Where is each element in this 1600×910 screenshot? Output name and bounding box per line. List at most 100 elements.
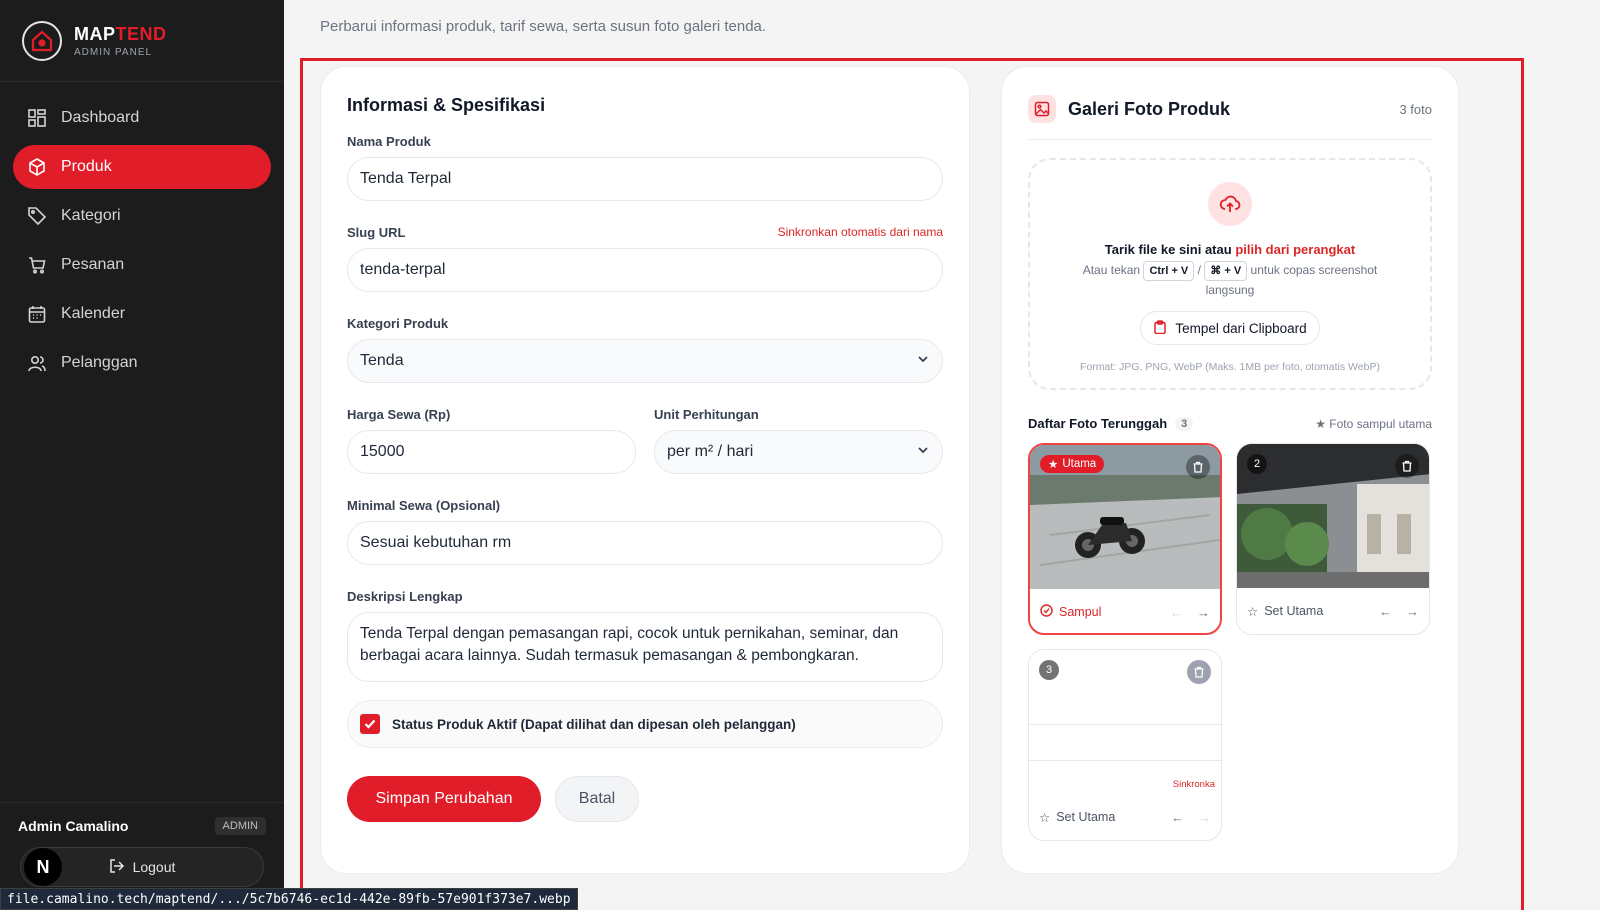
category-label: Kategori Produk	[347, 316, 449, 331]
status-label: Status Produk Aktif (Dapat dilihat dan d…	[392, 716, 796, 732]
slug-input[interactable]: tenda-terpal	[347, 248, 943, 292]
users-icon	[27, 353, 47, 373]
sidebar-item-label: Pelanggan	[61, 354, 138, 371]
category-value: Tenda	[360, 352, 404, 369]
tag-icon	[27, 206, 47, 226]
slug-sync-link[interactable]: Sinkronkan otomatis dari nama	[778, 225, 943, 240]
kbd-ctrl-v: Ctrl + V	[1143, 261, 1195, 281]
trash-icon	[1193, 461, 1203, 473]
photo-card[interactable]: 3 Sinkronka ☆ Set Utama ← →	[1028, 649, 1222, 841]
description-textarea[interactable]: Tenda Terpal dengan pemasangan rapi, coc…	[347, 612, 943, 682]
move-right-arrow-icon[interactable]: →	[1198, 810, 1211, 825]
sidebar: MAPTEND ADMIN PANEL Dashboard Produk Kat…	[0, 0, 284, 910]
sidebar-item-label: Dashboard	[61, 109, 140, 126]
paste-clipboard-label: Tempel dari Clipboard	[1175, 320, 1307, 336]
format-hint: Format: JPG, PNG, WebP (Maks. 1MB per fo…	[1080, 361, 1380, 373]
category-select[interactable]: Tenda	[347, 339, 943, 383]
cancel-button[interactable]: Batal	[555, 776, 639, 822]
upload-dropzone[interactable]: Tarik file ke sini atau pilih dari peran…	[1028, 158, 1432, 390]
trash-icon	[1402, 460, 1412, 472]
sidebar-item-dashboard[interactable]: Dashboard	[13, 96, 271, 140]
brand[interactable]: MAPTEND ADMIN PANEL	[0, 0, 284, 82]
sidebar-nav: Dashboard Produk Kategori Pesanan Kalend…	[0, 82, 284, 404]
slug-value: tenda-terpal	[360, 261, 446, 278]
photo-order-badge: 3	[1039, 660, 1059, 680]
description-label: Deskripsi Lengkap	[347, 589, 463, 604]
avatar[interactable]: N	[24, 848, 62, 886]
set-main-label: Set Utama	[1264, 604, 1324, 618]
sidebar-item-kalender[interactable]: Kalender	[13, 292, 271, 336]
photo-thumbnail[interactable]: ★ Utama	[1030, 445, 1220, 589]
move-right-arrow-icon[interactable]: →	[1197, 605, 1210, 620]
sync-tag: Sinkronka	[1172, 779, 1215, 790]
browser-status-url: file.camalino.tech/maptend/.../5c7b6746-…	[0, 888, 578, 910]
sidebar-item-produk[interactable]: Produk	[13, 145, 271, 189]
photo-card[interactable]: 2 ☆ Set Utama ← →	[1236, 443, 1430, 635]
status-checkbox[interactable]	[360, 714, 380, 734]
product-name-value: Tenda Terpal	[360, 170, 452, 187]
kbd-separator: /	[1197, 263, 1201, 277]
uploaded-list-title: Daftar Foto Terunggah	[1028, 416, 1168, 431]
box-icon	[27, 157, 47, 177]
move-right-arrow-icon[interactable]: →	[1406, 604, 1419, 619]
clipboard-icon	[1153, 319, 1167, 337]
main-content: Perbarui informasi produk, tarif sewa, s…	[284, 0, 1600, 910]
move-left-arrow-icon[interactable]: ←	[1170, 605, 1183, 620]
photo-count: 3 foto	[1399, 101, 1432, 117]
delete-photo-button[interactable]	[1187, 660, 1211, 684]
dashboard-icon	[27, 108, 47, 128]
kbd-cmd-v: ⌘ + V	[1204, 261, 1248, 281]
move-left-arrow-icon[interactable]: ←	[1171, 810, 1184, 825]
price-value: 15000	[360, 443, 405, 460]
sidebar-item-kategori[interactable]: Kategori	[13, 194, 271, 238]
delete-photo-button[interactable]	[1395, 454, 1419, 478]
page-subtitle: Perbarui informasi produk, tarif sewa, s…	[320, 18, 767, 35]
logout-icon	[109, 858, 125, 877]
set-main-label: Set Utama	[1056, 810, 1116, 824]
save-button[interactable]: Simpan Perubahan	[347, 776, 541, 822]
gallery-card: Galeri Foto Produk 3 foto Tarik file ke …	[1001, 66, 1459, 874]
cover-hint: ★ Foto sampul utama	[1315, 416, 1432, 431]
choose-file-link[interactable]: pilih dari perangkat	[1235, 242, 1355, 257]
brand-subtitle: ADMIN PANEL	[74, 46, 153, 58]
photo-card[interactable]: ★ Utama Sampul ← →	[1028, 443, 1222, 635]
user-name: Admin Camalino	[18, 818, 129, 834]
set-main-button[interactable]: ☆ Set Utama	[1247, 604, 1323, 619]
drop-text: Tarik file ke sini atau pilih dari peran…	[1105, 242, 1355, 257]
paste-clipboard-button[interactable]: Tempel dari Clipboard	[1140, 311, 1320, 345]
check-icon	[364, 719, 376, 729]
uploaded-count-badge: 3	[1175, 416, 1194, 431]
price-input[interactable]: 15000	[347, 430, 636, 474]
sidebar-item-label: Kalender	[61, 305, 126, 322]
product-name-input[interactable]: Tenda Terpal	[347, 157, 943, 201]
price-label: Harga Sewa (Rp)	[347, 407, 451, 422]
min-rent-label: Minimal Sewa (Opsional)	[347, 498, 501, 513]
status-toggle-row[interactable]: Status Produk Aktif (Dapat dilihat dan d…	[347, 700, 943, 748]
photo-thumbnail[interactable]: 2	[1237, 444, 1429, 588]
unit-select[interactable]: per m² / hari	[654, 430, 943, 474]
cart-icon	[27, 255, 47, 275]
paste-hint-prefix: Atau tekan	[1082, 263, 1141, 277]
brand-name-part1: MAP	[74, 23, 116, 44]
set-main-button[interactable]: ☆ Set Utama	[1039, 810, 1115, 825]
calendar-icon	[27, 304, 47, 324]
move-left-arrow-icon[interactable]: ←	[1379, 604, 1392, 619]
upload-cloud-icon	[1208, 182, 1252, 226]
sidebar-item-label: Pesanan	[61, 256, 125, 273]
sidebar-item-pelanggan[interactable]: Pelanggan	[13, 341, 271, 385]
main-photo-badge: ★ Utama	[1040, 455, 1105, 473]
min-rent-input[interactable]: Sesuai kebutuhan rm	[347, 521, 943, 565]
photo-thumbnail[interactable]: 3	[1029, 650, 1221, 794]
star-icon: ★	[1048, 459, 1059, 471]
section-title: Informasi & Spesifikasi	[347, 95, 546, 115]
photo-order-badge: 2	[1247, 454, 1267, 474]
sidebar-item-pesanan[interactable]: Pesanan	[13, 243, 271, 287]
sidebar-item-label: Kategori	[61, 207, 121, 224]
brand-name-part2: TEND	[115, 23, 167, 44]
product-info-card: Informasi & Spesifikasi Nama Produk Tend…	[320, 66, 970, 874]
delete-photo-button[interactable]	[1186, 455, 1210, 479]
min-rent-value: Sesuai kebutuhan rm	[360, 534, 512, 551]
main-photo-badge-label: Utama	[1062, 458, 1097, 470]
gallery-title: Galeri Foto Produk	[1068, 98, 1231, 119]
cover-status-label: Sampul	[1059, 605, 1102, 619]
